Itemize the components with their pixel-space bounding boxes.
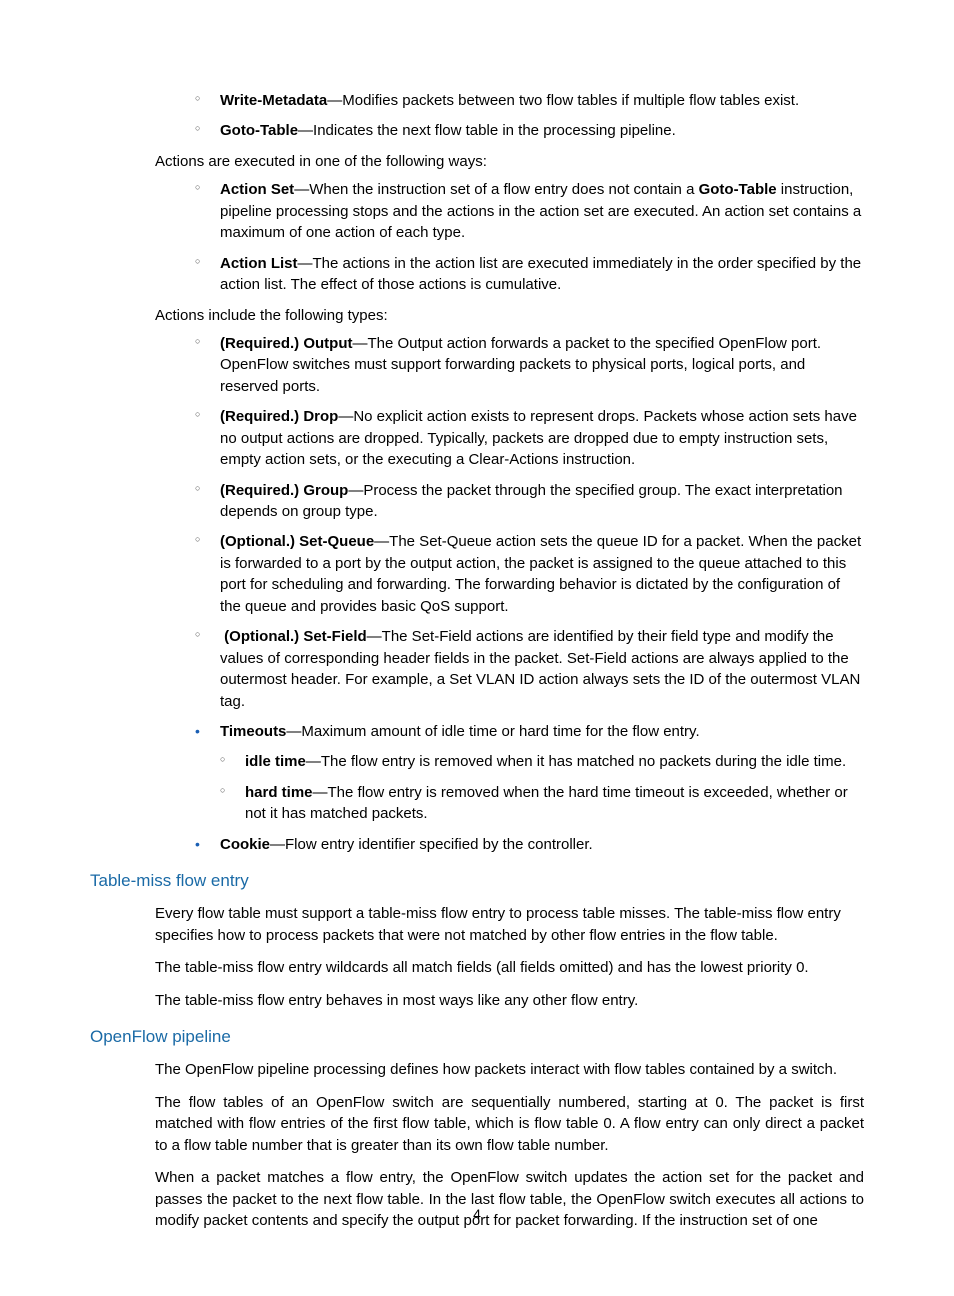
term: Action Set bbox=[220, 181, 294, 198]
instruction-sublist: Write-Metadata—Modifies packets between … bbox=[90, 90, 864, 142]
term: (Optional.) Set-Field bbox=[224, 628, 367, 645]
desc: —The flow entry is removed when it has m… bbox=[306, 753, 846, 770]
term: Action List bbox=[220, 255, 298, 272]
term: Goto-Table bbox=[699, 181, 777, 198]
page-number: 4 bbox=[0, 1204, 954, 1224]
term: Cookie bbox=[220, 836, 270, 853]
paragraph: The table-miss flow entry behaves in mos… bbox=[155, 990, 864, 1011]
term: hard time bbox=[245, 784, 313, 801]
list-item: Write-Metadata—Modifies packets between … bbox=[90, 90, 864, 111]
term: Goto-Table bbox=[220, 122, 298, 139]
list-item: Action List—The actions in the action li… bbox=[90, 253, 864, 296]
list-item: (Required.) Drop—No explicit action exis… bbox=[90, 406, 864, 470]
list-item: hard time—The flow entry is removed when… bbox=[90, 782, 864, 825]
list-item: idle time—The flow entry is removed when… bbox=[90, 751, 864, 772]
list-item: (Optional.) Set-Field—The Set-Field acti… bbox=[90, 626, 864, 712]
desc: —Maximum amount of idle time or hard tim… bbox=[286, 723, 699, 740]
term: (Required.) Output bbox=[220, 335, 352, 352]
list-item: Action Set—When the instruction set of a… bbox=[90, 179, 864, 243]
heading-openflow-pipeline: OpenFlow pipeline bbox=[90, 1025, 864, 1049]
timeouts-list: Timeouts—Maximum amount of idle time or … bbox=[90, 721, 864, 742]
cookie-list: Cookie—Flow entry identifier specified b… bbox=[90, 834, 864, 855]
action-types-list: (Required.) Output—The Output action for… bbox=[90, 333, 864, 712]
list-item: Goto-Table—Indicates the next flow table… bbox=[90, 120, 864, 141]
desc: —The actions in the action list are exec… bbox=[220, 255, 861, 293]
term: Write-Metadata bbox=[220, 92, 327, 109]
list-item: (Required.) Group—Process the packet thr… bbox=[90, 480, 864, 523]
list-item: (Required.) Output—The Output action for… bbox=[90, 333, 864, 397]
term: idle time bbox=[245, 753, 306, 770]
heading-table-miss: Table-miss flow entry bbox=[90, 869, 864, 893]
term: (Required.) Drop bbox=[220, 408, 338, 425]
term: (Optional.) Set-Queue bbox=[220, 533, 374, 550]
term: (Required.) Group bbox=[220, 482, 348, 499]
paragraph: Every flow table must support a table-mi… bbox=[155, 903, 864, 946]
paragraph: The table-miss flow entry wildcards all … bbox=[155, 957, 864, 978]
list-item: Timeouts—Maximum amount of idle time or … bbox=[90, 721, 864, 742]
desc: —Flow entry identifier specified by the … bbox=[270, 836, 593, 853]
action-exec-list: Action Set—When the instruction set of a… bbox=[90, 179, 864, 295]
desc: —Modifies packets between two flow table… bbox=[327, 92, 799, 109]
desc: —Indicates the next flow table in the pr… bbox=[298, 122, 676, 139]
paragraph: The OpenFlow pipeline processing defines… bbox=[155, 1059, 864, 1080]
desc: —The flow entry is removed when the hard… bbox=[245, 784, 848, 822]
list-item: Cookie—Flow entry identifier specified b… bbox=[90, 834, 864, 855]
desc: —When the instruction set of a flow entr… bbox=[294, 181, 698, 198]
term: Timeouts bbox=[220, 723, 286, 740]
list-item: (Optional.) Set-Queue—The Set-Queue acti… bbox=[90, 531, 864, 617]
intro-action-types: Actions include the following types: bbox=[155, 305, 864, 326]
intro-actions-exec: Actions are executed in one of the follo… bbox=[155, 151, 864, 172]
paragraph: The flow tables of an OpenFlow switch ar… bbox=[155, 1092, 864, 1156]
timeouts-sublist: idle time—The flow entry is removed when… bbox=[90, 751, 864, 824]
